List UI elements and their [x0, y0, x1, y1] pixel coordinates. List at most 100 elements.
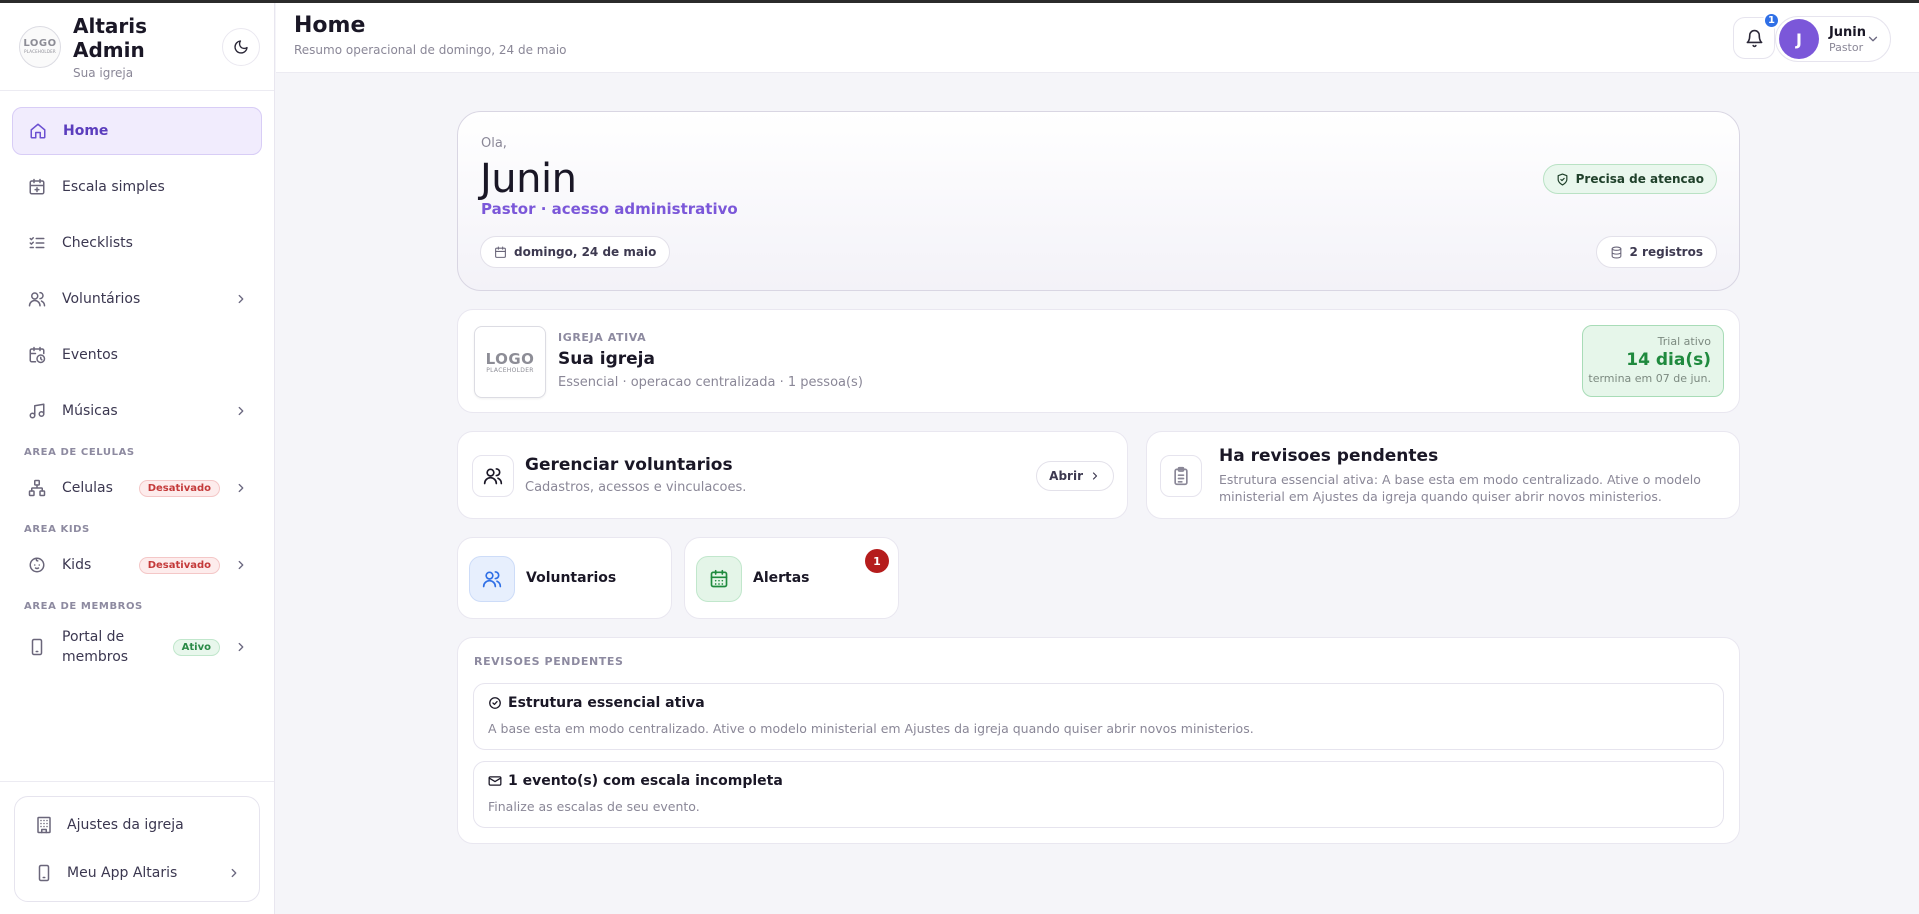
- manage-subtitle: Cadastros, acessos e vinculacoes.: [525, 480, 747, 495]
- top-header: Home Resumo operacional de domingo, 24 d…: [276, 3, 1919, 73]
- sidebar-footer: Ajustes da igreja Meu App Altaris: [0, 781, 274, 914]
- theme-toggle-button[interactable]: [222, 27, 260, 66]
- pending-reviews-list: REVISOES PENDENTES Estrutura essencial a…: [457, 637, 1740, 844]
- smartphone-icon: [35, 864, 53, 882]
- trial-status: Trial ativo 14 dia(s) termina em 07 de j…: [1582, 325, 1724, 397]
- sidebar-item-meu-app[interactable]: Meu App Altaris: [15, 849, 259, 897]
- active-church-card: LOGO PLACEHOLDER IGREJA ATIVA Sua igreja…: [457, 309, 1740, 413]
- alert-count-badge: 1: [865, 549, 889, 573]
- chevron-right-icon: [234, 481, 248, 495]
- chevron-right-icon: [234, 404, 248, 418]
- sidebar-item-checklists[interactable]: Checklists: [12, 219, 262, 267]
- sidebar-item-kids[interactable]: Kids Desativado: [12, 541, 262, 589]
- tile-voluntarios[interactable]: Voluntarios: [457, 537, 672, 619]
- section-label-membros: AREA DE MEMBROS: [24, 601, 143, 612]
- sidebar-item-label: Escala simples: [62, 179, 165, 195]
- music-icon: [26, 400, 48, 422]
- users-icon: [472, 455, 514, 497]
- chevron-right-icon: [227, 866, 241, 880]
- sidebar-item-celulas[interactable]: Celulas Desativado: [12, 464, 262, 512]
- sidebar-item-label: Voluntários: [62, 291, 141, 307]
- review-item[interactable]: 1 evento(s) com escala incompleta Finali…: [473, 761, 1724, 828]
- chevron-down-icon: [1866, 32, 1880, 46]
- sidebar: LOGO PLACEHOLDER Altaris Admin Sua igrej…: [0, 3, 275, 914]
- manage-volunteers-card[interactable]: Gerenciar voluntarios Cadastros, acessos…: [457, 431, 1128, 519]
- tile-label: Alertas: [753, 570, 810, 586]
- avatar: J: [1779, 19, 1819, 59]
- church-meta: Essencial · operacao centralizada · 1 pe…: [558, 375, 863, 390]
- sidebar-item-label: Ajustes da igreja: [67, 817, 184, 833]
- pending-reviews-card: Ha revisoes pendentes Estrutura essencia…: [1146, 431, 1740, 519]
- tile-label: Voluntarios: [526, 570, 617, 586]
- open-button[interactable]: Abrir: [1036, 461, 1114, 491]
- building-icon: [35, 816, 53, 834]
- manage-title: Gerenciar voluntarios: [525, 455, 733, 475]
- sidebar-item-portal-membros[interactable]: Portal de membros Ativo: [12, 618, 262, 676]
- status-badge: Ativo: [172, 638, 220, 656]
- baby-icon: [26, 554, 48, 576]
- smartphone-icon: [26, 636, 48, 658]
- calendar-icon: [696, 556, 742, 602]
- calendar-plus-icon: [26, 176, 48, 198]
- greeting: Ola,: [481, 136, 507, 151]
- sidebar-item-label: Checklists: [62, 235, 133, 251]
- attention-badge: Precisa de atencao: [1542, 164, 1717, 194]
- church-name: Sua igreja: [558, 349, 655, 369]
- sidebar-item-ajustes[interactable]: Ajustes da igreja: [15, 801, 259, 849]
- status-badge: Desativado: [138, 556, 220, 574]
- bell-icon: [1746, 29, 1762, 47]
- date-chip: domingo, 24 de maio: [480, 236, 671, 268]
- user-role: Pastor: [1828, 40, 1864, 54]
- network-icon: [26, 477, 48, 499]
- tile-alertas[interactable]: Alertas 1: [684, 537, 899, 619]
- section-label-celulas: AREA DE CELULAS: [24, 447, 135, 458]
- notifications-button[interactable]: 1: [1733, 12, 1780, 59]
- sidebar-item-musicas[interactable]: Músicas: [12, 387, 262, 435]
- chevron-right-icon: [234, 558, 248, 572]
- sidebar-item-eventos[interactable]: Eventos: [12, 331, 262, 379]
- mail-icon: [488, 774, 502, 788]
- sidebar-item-voluntarios[interactable]: Voluntários: [12, 275, 262, 323]
- sidebar-item-label: Portal de membros: [62, 629, 129, 665]
- calendar-icon: [494, 246, 507, 259]
- users-icon: [469, 556, 515, 602]
- church-kicker: IGREJA ATIVA: [558, 331, 647, 344]
- database-icon: [1610, 246, 1623, 259]
- sidebar-item-label: Home: [63, 123, 109, 139]
- sidebar-nav: Home Escala simples Checklists Voluntári…: [0, 91, 274, 676]
- users-icon: [26, 288, 48, 310]
- sidebar-item-escala[interactable]: Escala simples: [12, 163, 262, 211]
- user-access-level: Pastor · acesso administrativo: [481, 200, 738, 218]
- pending-text: Estrutura essencial ativa: A base esta e…: [1219, 472, 1701, 504]
- sidebar-item-label: Meu App Altaris: [67, 865, 178, 881]
- records-chip: 2 registros: [1595, 236, 1717, 268]
- calendar-clock-icon: [26, 344, 48, 366]
- brand: LOGO PLACEHOLDER Altaris Admin Sua igrej…: [0, 3, 274, 91]
- welcome-card: Ola, Junin Pastor · acesso administrativ…: [457, 111, 1740, 291]
- greeting-name: Junin: [480, 156, 577, 202]
- shield-check-icon: [1556, 172, 1569, 186]
- clipboard-icon: [1160, 455, 1202, 497]
- sidebar-item-label: Kids: [62, 557, 92, 573]
- check-circle-icon: [488, 696, 502, 710]
- checklist-icon: [26, 232, 48, 254]
- user-name: Junin: [1828, 24, 1866, 40]
- user-menu-button[interactable]: J Junin Pastor: [1775, 16, 1891, 62]
- sidebar-item-home[interactable]: Home: [12, 107, 262, 155]
- chevron-right-icon: [234, 292, 248, 306]
- church-name: Sua igreja: [73, 65, 134, 80]
- church-logo: LOGO PLACEHOLDER: [474, 326, 546, 398]
- home-icon: [27, 120, 49, 142]
- page-subtitle: Resumo operacional de domingo, 24 de mai…: [294, 43, 567, 57]
- chevron-right-icon: [1089, 470, 1101, 482]
- chevron-right-icon: [234, 640, 248, 654]
- section-title: REVISOES PENDENTES: [474, 655, 624, 668]
- sidebar-item-label: Músicas: [62, 403, 118, 419]
- moon-icon: [234, 39, 248, 54]
- pending-title: Ha revisoes pendentes: [1219, 446, 1439, 466]
- trial-days: 14 dia(s): [1626, 350, 1711, 370]
- app-title: Altaris Admin: [73, 13, 148, 62]
- sidebar-item-label: Eventos: [62, 347, 118, 363]
- review-item[interactable]: Estrutura essencial ativa A base esta em…: [473, 683, 1724, 750]
- sidebar-item-label: Celulas: [62, 480, 113, 496]
